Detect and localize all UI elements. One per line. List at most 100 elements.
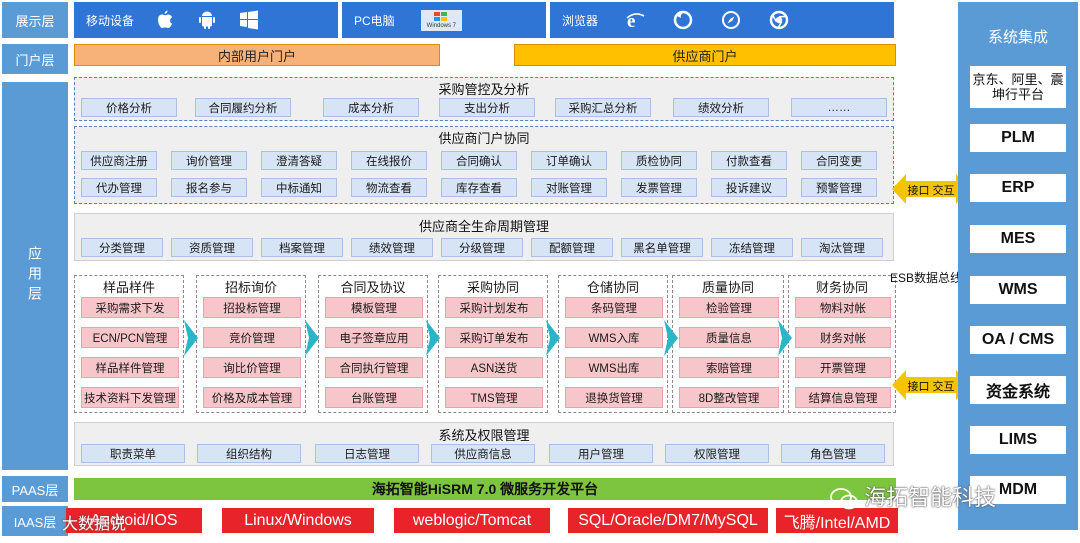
chip-sp-contract-confirm[interactable]: 合同确认	[441, 151, 517, 170]
chip-sa-supplier-info[interactable]: 供应商信息	[431, 444, 535, 463]
sys-ecommerce-platforms[interactable]: 京东、阿里、震坤行平台	[970, 66, 1066, 108]
chip-sa-log[interactable]: 日志管理	[315, 444, 419, 463]
chip-lc-freeze[interactable]: 冻结管理	[711, 238, 793, 257]
chip-sp-inquiry[interactable]: 询价管理	[171, 151, 247, 170]
chip-spend-analysis[interactable]: 支出分析	[439, 98, 535, 117]
chip-summary-analysis[interactable]: 采购汇总分析	[555, 98, 651, 117]
chip-sa-user[interactable]: 用户管理	[549, 444, 653, 463]
windows7-flag-icon	[434, 11, 448, 21]
module-item[interactable]: 合同执行管理	[325, 357, 423, 378]
chip-lc-category[interactable]: 分类管理	[81, 238, 163, 257]
chip-sp-logistics[interactable]: 物流查看	[351, 178, 427, 197]
chip-sa-org[interactable]: 组织结构	[197, 444, 301, 463]
paas-platform-bar: 海拓智能HiSRM 7.0 微服务开发平台	[74, 478, 896, 500]
module-item[interactable]: 采购计划发布	[445, 297, 543, 318]
chip-sp-qc[interactable]: 质检协同	[621, 151, 697, 170]
chip-sp-order-confirm[interactable]: 订单确认	[531, 151, 607, 170]
module-item[interactable]: WMS出库	[565, 357, 663, 378]
chip-lc-qualification[interactable]: 资质管理	[171, 238, 253, 257]
panel-procurement-control: 采购管控及分析 价格分析 合同履约分析 成本分析 支出分析 采购汇总分析 绩效分…	[74, 77, 894, 121]
sys-mes[interactable]: MES	[970, 225, 1066, 253]
layer-display: 展示层	[2, 2, 68, 38]
portal-internal[interactable]: 内部用户门户	[74, 44, 440, 66]
esb-label: ESB数据总线	[890, 271, 963, 285]
module-item[interactable]: 检验管理	[679, 297, 779, 318]
chip-lc-archive[interactable]: 档案管理	[261, 238, 343, 257]
chip-lc-blacklist[interactable]: 黑名单管理	[621, 238, 703, 257]
chip-sa-menu[interactable]: 职责菜单	[81, 444, 185, 463]
module-title: 合同及协议	[340, 280, 406, 295]
windows7-text: Windows 7	[426, 22, 457, 29]
module-item[interactable]: 结算信息管理	[795, 387, 891, 408]
sys-funds[interactable]: 资金系统	[970, 376, 1066, 404]
module-item[interactable]: 物料对帐	[795, 297, 891, 318]
portal-supplier[interactable]: 供应商门户	[514, 44, 896, 66]
chip-cost-analysis[interactable]: 成本分析	[323, 98, 419, 117]
module-item[interactable]: 招投标管理	[203, 297, 301, 318]
sys-lims[interactable]: LIMS	[970, 426, 1066, 454]
chip-sp-quote[interactable]: 在线报价	[351, 151, 427, 170]
chip-sp-alert[interactable]: 预警管理	[801, 178, 877, 197]
chip-sp-award[interactable]: 中标通知	[261, 178, 337, 197]
chip-lc-eliminate[interactable]: 淘汰管理	[801, 238, 883, 257]
flow-arrow-icon	[778, 320, 792, 356]
module-item[interactable]: ECN/PCN管理	[81, 327, 179, 348]
chip-sp-clarify[interactable]: 澄清答疑	[261, 151, 337, 170]
module-item[interactable]: TMS管理	[445, 387, 543, 408]
chip-sp-signup[interactable]: 报名参与	[171, 178, 247, 197]
sys-admin-title: 系统及权限管理	[438, 428, 530, 443]
module-item[interactable]: 技术资料下发管理	[81, 387, 179, 408]
sys-oa-cms[interactable]: OA / CMS	[970, 326, 1066, 354]
chip-contract-analysis[interactable]: 合同履约分析	[195, 98, 291, 117]
module-item[interactable]: 询比价管理	[203, 357, 301, 378]
chip-lc-grading[interactable]: 分级管理	[441, 238, 523, 257]
module-item[interactable]: 财务对帐	[795, 327, 891, 348]
chip-sp-inventory[interactable]: 库存查看	[441, 178, 517, 197]
module-item[interactable]: 开票管理	[795, 357, 891, 378]
module-item[interactable]: 台账管理	[325, 387, 423, 408]
chip-sp-reconcile[interactable]: 对账管理	[531, 178, 607, 197]
chip-sp-register[interactable]: 供应商注册	[81, 151, 157, 170]
procurement-control-title: 采购管控及分析	[438, 82, 530, 97]
wechat-icon	[830, 488, 858, 510]
module-item[interactable]: ASN送货	[445, 357, 543, 378]
chip-price-analysis[interactable]: 价格分析	[81, 98, 177, 117]
module-item[interactable]: 条码管理	[565, 297, 663, 318]
chip-lc-quota[interactable]: 配额管理	[531, 238, 613, 257]
chip-sa-role[interactable]: 角色管理	[781, 444, 885, 463]
module-item[interactable]: 索赔管理	[679, 357, 779, 378]
module-item[interactable]: 质量信息	[679, 327, 779, 348]
chip-sp-contract-change[interactable]: 合同变更	[801, 151, 877, 170]
module-title: 招标询价	[224, 280, 277, 295]
chip-sp-complaint[interactable]: 投诉建议	[711, 178, 787, 197]
module-item[interactable]: 电子签章应用	[325, 327, 423, 348]
chip-more[interactable]: ……	[791, 98, 887, 117]
mobile-label: 移动设备	[86, 13, 135, 28]
chip-performance-analysis[interactable]: 绩效分析	[673, 98, 769, 117]
chip-sp-payment[interactable]: 付款查看	[711, 151, 787, 170]
lifecycle-title: 供应商全生命周期管理	[418, 219, 549, 234]
system-integration-title: 系统集成	[987, 29, 1048, 46]
chip-sp-invoice[interactable]: 发票管理	[621, 178, 697, 197]
module-item[interactable]: 退换货管理	[565, 387, 663, 408]
chip-sa-permission[interactable]: 权限管理	[665, 444, 769, 463]
chip-lc-performance[interactable]: 绩效管理	[351, 238, 433, 257]
iaas-os-server: Linux/Windows	[222, 508, 374, 533]
module-item[interactable]: 模板管理	[325, 297, 423, 318]
flow-arrow-icon	[426, 320, 440, 356]
module-item[interactable]: 价格及成本管理	[203, 387, 301, 408]
module-item[interactable]: 8D整改管理	[679, 387, 779, 408]
module-item[interactable]: 样品样件管理	[81, 357, 179, 378]
module-item[interactable]: 采购需求下发	[81, 297, 179, 318]
module-samples: 样品样件 采购需求下发 ECN/PCN管理 样品样件管理 技术资料下发管理	[74, 275, 184, 413]
module-title: 采购协同	[466, 280, 519, 295]
module-item[interactable]: WMS入库	[565, 327, 663, 348]
sys-erp[interactable]: ERP	[970, 174, 1066, 202]
chip-sp-todo[interactable]: 代办管理	[81, 178, 157, 197]
sys-plm[interactable]: PLM	[970, 124, 1066, 152]
apple-icon	[154, 9, 176, 31]
module-item[interactable]: 竞价管理	[203, 327, 301, 348]
brand-watermark-text: 海拓智能科技	[864, 485, 997, 510]
sys-wms[interactable]: WMS	[970, 276, 1066, 304]
module-item[interactable]: 采购订单发布	[445, 327, 543, 348]
